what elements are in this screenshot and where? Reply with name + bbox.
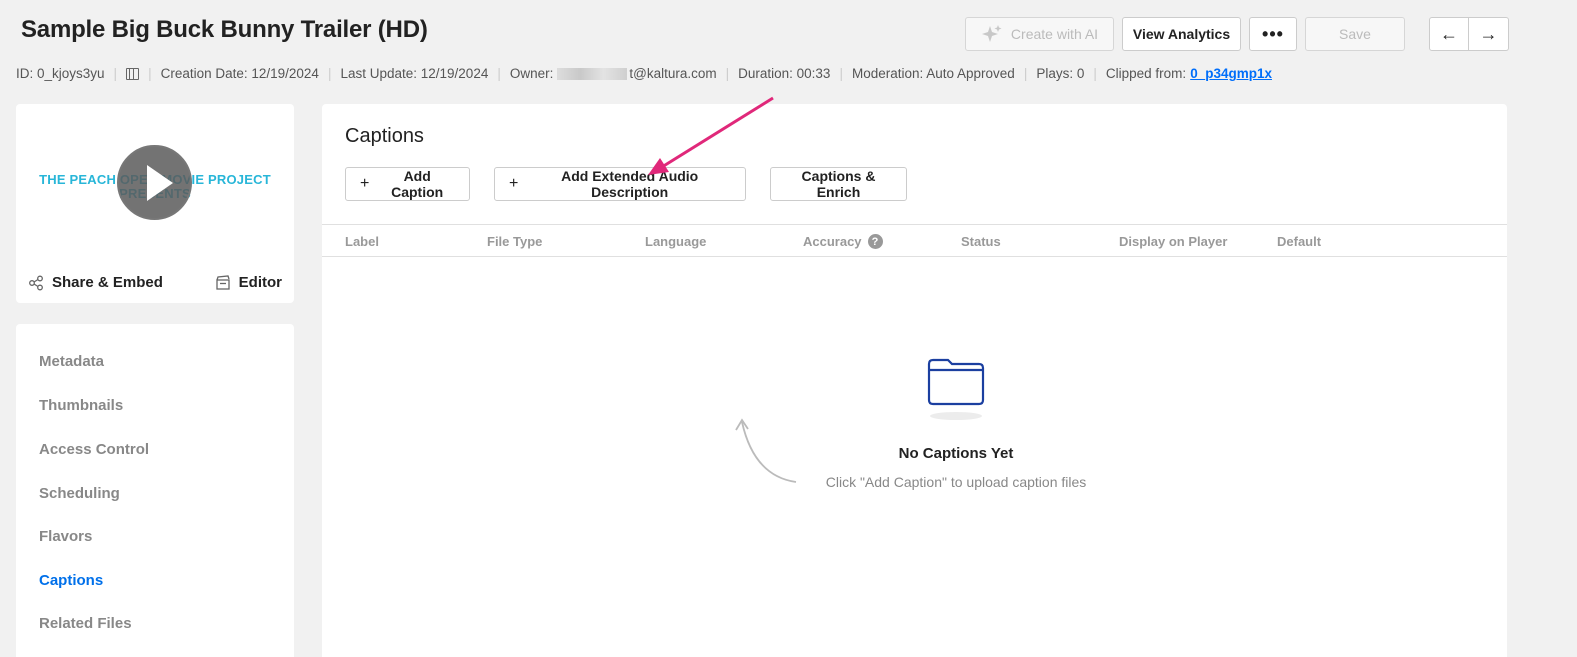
- create-with-ai-label: Create with AI: [1010, 26, 1099, 42]
- share-icon: [29, 275, 43, 290]
- sidebar-item-thumbnails[interactable]: Thumbnails: [39, 397, 123, 414]
- sidebar-item-flavors[interactable]: Flavors: [39, 528, 92, 545]
- add-extended-audio-description-label: Add Extended Audio Description: [561, 168, 699, 200]
- add-caption-button[interactable]: + Add Caption: [345, 167, 470, 201]
- empty-state-subtitle: Click "Add Caption" to upload caption fi…: [825, 474, 1087, 490]
- moderation-status: Moderation: Auto Approved: [851, 66, 1015, 81]
- divider: |: [113, 66, 118, 81]
- video-card: THE PEACH OPEN MOVIE PROJECT PRESENTS Sh…: [16, 104, 294, 303]
- column-display-on-player[interactable]: Display on Player: [1119, 234, 1227, 249]
- captions-table-header: Label File Type Language Accuracy ? Stat…: [322, 224, 1507, 257]
- share-embed-label: Share & Embed: [52, 274, 163, 291]
- sidebar-item-access-control[interactable]: Access Control: [39, 441, 149, 458]
- editor-label: Editor: [238, 274, 282, 291]
- next-entry-button[interactable]: →: [1469, 17, 1509, 51]
- divider: |: [148, 66, 152, 81]
- add-caption-label: Add Caption: [391, 168, 444, 200]
- section-title: Captions: [345, 125, 424, 147]
- sidebar-item-scheduling[interactable]: Scheduling: [39, 485, 120, 502]
- captions-enrich-button[interactable]: Captions & Enrich: [770, 167, 907, 201]
- divider: |: [497, 66, 501, 81]
- clipped-from-label: Clipped from:: [1105, 66, 1187, 81]
- previous-entry-button[interactable]: ←: [1429, 17, 1469, 51]
- add-extended-audio-description-button[interactable]: + Add Extended Audio Description: [494, 167, 746, 201]
- top-actions: Create with AI View Analytics ••• Save ←…: [965, 17, 1509, 51]
- page-title: Sample Big Buck Bunny Trailer (HD): [21, 16, 428, 43]
- video-thumbnail[interactable]: THE PEACH OPEN MOVIE PROJECT PRESENTS: [16, 104, 294, 259]
- help-icon[interactable]: ?: [867, 234, 883, 249]
- plays-count: Plays: 0: [1036, 66, 1085, 81]
- entry-id: ID: 0_kjoys3yu: [16, 66, 105, 81]
- column-accuracy[interactable]: Accuracy ?: [803, 234, 883, 249]
- plus-icon: +: [360, 175, 370, 192]
- column-status[interactable]: Status: [961, 234, 1001, 249]
- divider: |: [725, 66, 730, 81]
- save-button[interactable]: Save: [1305, 17, 1405, 51]
- column-language[interactable]: Language: [645, 234, 706, 249]
- film-icon: [126, 67, 140, 80]
- clipped-from-link[interactable]: 0_p34gmp1x: [1190, 66, 1272, 81]
- folder-icon: [927, 358, 985, 420]
- redacted-owner: [557, 67, 628, 80]
- empty-state-title: No Captions Yet: [898, 445, 1014, 462]
- divider: |: [1093, 66, 1097, 81]
- entry-navigation: ← →: [1429, 17, 1509, 51]
- divider: |: [839, 66, 843, 81]
- column-label[interactable]: Label: [345, 234, 379, 249]
- share-embed-button[interactable]: Share & Embed: [28, 274, 163, 291]
- sidebar-item-related-files[interactable]: Related Files: [39, 615, 132, 632]
- owner-email: t@kaltura.com: [629, 66, 717, 81]
- sparkle-icon: [981, 25, 1002, 42]
- captions-actions: + Add Caption + Add Extended Audio Descr…: [345, 167, 907, 201]
- divider: |: [1023, 66, 1028, 81]
- play-icon[interactable]: [117, 145, 192, 220]
- creation-date: Creation Date: 12/19/2024: [160, 66, 319, 81]
- view-analytics-button[interactable]: View Analytics: [1122, 17, 1241, 51]
- duration: Duration: 00:33: [738, 66, 831, 81]
- clapperboard-icon: [216, 274, 230, 290]
- editor-button[interactable]: Editor: [215, 274, 282, 291]
- last-update: Last Update: 12/19/2024: [340, 66, 489, 81]
- entry-metadata-bar: ID: 0_kjoys3yu | | Creation Date: 12/19/…: [16, 66, 1272, 81]
- column-file-type[interactable]: File Type: [487, 234, 542, 249]
- sidebar-item-metadata[interactable]: Metadata: [39, 353, 104, 370]
- sidebar: Metadata Thumbnails Access Control Sched…: [16, 324, 294, 657]
- column-accuracy-label: Accuracy: [803, 234, 862, 249]
- divider: |: [327, 66, 332, 81]
- plus-icon: +: [509, 175, 519, 192]
- video-actions: Share & Embed Editor: [16, 274, 294, 291]
- sidebar-item-captions[interactable]: Captions: [39, 572, 103, 589]
- create-with-ai-button[interactable]: Create with AI: [965, 17, 1114, 51]
- owner-label: Owner:: [509, 66, 554, 81]
- captions-panel: Captions + Add Caption + Add Extended Au…: [322, 104, 1507, 657]
- column-default[interactable]: Default: [1277, 234, 1321, 249]
- more-options-button[interactable]: •••: [1249, 17, 1297, 51]
